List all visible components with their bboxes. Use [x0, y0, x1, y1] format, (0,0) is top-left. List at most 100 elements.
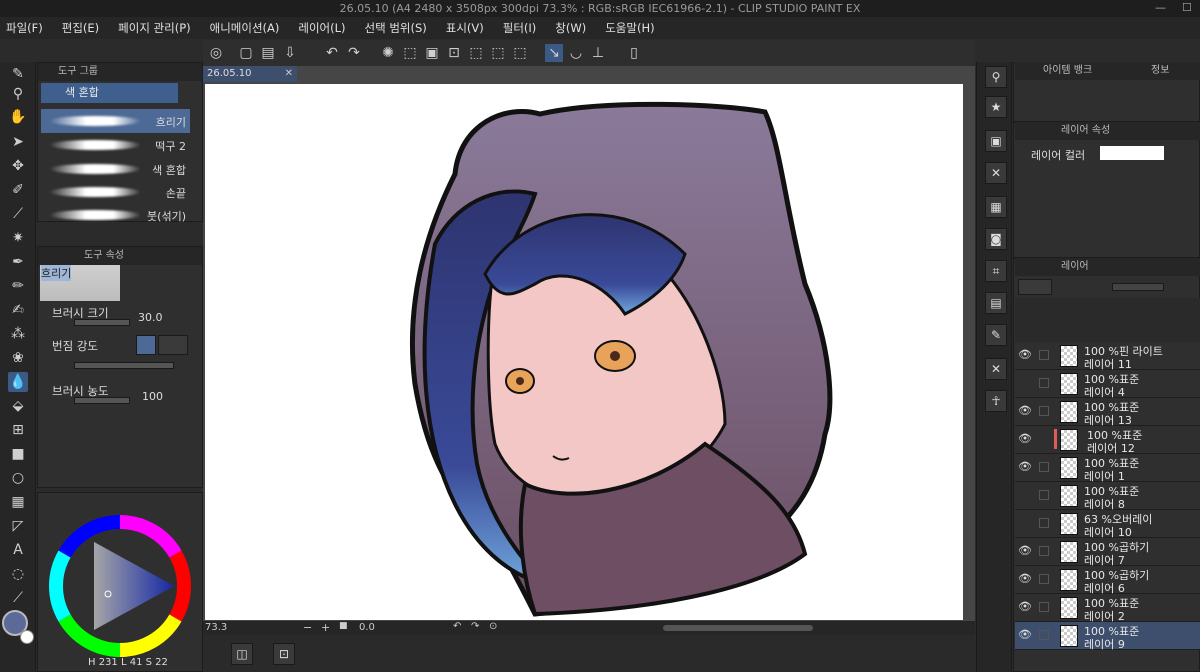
blend-mode-dropdown[interactable]: [158, 335, 188, 355]
material-remove-icon[interactable]: ✕: [985, 358, 1007, 380]
snap-special-ruler-icon[interactable]: ◡: [567, 44, 585, 62]
layer-tab[interactable]: 레이어: [1061, 258, 1089, 276]
maximize-button[interactable]: ☐: [1182, 1, 1192, 14]
visibility-eye-icon[interactable]: 👁: [1018, 545, 1032, 557]
zoom-value[interactable]: 73.3: [205, 622, 227, 633]
angle-value[interactable]: 0.0: [359, 622, 375, 633]
info-tab[interactable]: 정보: [1151, 62, 1169, 80]
brush-size-value[interactable]: 30.0: [138, 311, 163, 324]
eyedropper-tool-icon[interactable]: ⟋: [8, 204, 28, 224]
correction-tool-icon[interactable]: ⟋: [8, 588, 28, 608]
layer-checkbox[interactable]: [1039, 490, 1049, 500]
brush-density-slider[interactable]: [74, 397, 130, 404]
tool-property-tab[interactable]: 도구 속성: [38, 247, 202, 265]
blend-tool-icon[interactable]: 💧: [8, 372, 28, 392]
hand-tool-icon[interactable]: ✋: [8, 107, 28, 127]
layer-checkbox[interactable]: [1039, 350, 1049, 360]
layer-checkbox[interactable]: [1039, 378, 1049, 388]
brush-item[interactable]: 붓(섞기): [41, 203, 190, 227]
undo-icon[interactable]: ↶: [323, 44, 341, 62]
menu-layer[interactable]: 레이어(L): [298, 20, 345, 36]
frame-tool-icon[interactable]: ▦: [8, 492, 28, 512]
visibility-eye-icon[interactable]: 👁: [1018, 629, 1032, 641]
save-icon[interactable]: ⇩: [281, 44, 299, 62]
layer-row[interactable]: 👁 100 %곱하기 레이어 7: [1015, 538, 1200, 567]
text-tool-icon[interactable]: A: [8, 540, 28, 560]
menu-filter[interactable]: 필터(I): [503, 20, 537, 36]
layer-row[interactable]: 👁 100 %표준 레이어 12: [1015, 426, 1200, 455]
brush-density-value[interactable]: 100: [142, 390, 163, 403]
snap-grid-icon[interactable]: ⊥: [589, 44, 607, 62]
layer-checkbox[interactable]: [1039, 574, 1049, 584]
decoration-tool-icon[interactable]: ❀: [8, 348, 28, 368]
search-icon[interactable]: ⚲: [985, 66, 1007, 88]
visibility-eye-icon[interactable]: 👁: [1018, 433, 1032, 445]
show-selection-icon[interactable]: ⬚: [511, 44, 529, 62]
layer-checkbox[interactable]: [1039, 546, 1049, 556]
visibility-eye-icon[interactable]: 👁: [1018, 573, 1032, 585]
layer-row[interactable]: 👁 100 %표준 레이어 2: [1015, 594, 1200, 623]
deselect-icon[interactable]: ⬚: [467, 44, 485, 62]
pen-tool-icon[interactable]: ✒: [8, 252, 28, 272]
spray-tool-icon[interactable]: ⁂: [8, 324, 28, 344]
balloon-tool-icon[interactable]: ◌: [8, 564, 28, 584]
visibility-eye-icon[interactable]: 👁: [1018, 405, 1032, 417]
blend-strength-slider[interactable]: [74, 362, 174, 369]
close-tab-icon[interactable]: ✕: [285, 66, 293, 82]
material-folder-icon[interactable]: ▣: [985, 130, 1007, 152]
visibility-eye-icon[interactable]: 👁: [1018, 461, 1032, 473]
document-tab[interactable]: 26.05.10 ✕: [203, 66, 297, 82]
gradient-tool-icon[interactable]: ■: [8, 444, 28, 464]
layer-checkbox[interactable]: [1039, 406, 1049, 416]
material-icon[interactable]: ★: [985, 96, 1007, 118]
settings-icon[interactable]: ⊡: [273, 643, 295, 665]
menu-edit[interactable]: 편집(E): [62, 20, 99, 36]
visibility-eye-icon[interactable]: 👁: [1018, 349, 1032, 361]
visibility-eye-icon[interactable]: [1018, 489, 1032, 501]
canvas-paper[interactable]: [205, 84, 963, 620]
layer-checkbox[interactable]: [1039, 630, 1049, 640]
object-tool-icon[interactable]: ➤: [8, 132, 28, 152]
material-edit-icon[interactable]: ✎: [985, 324, 1007, 346]
color-wheel[interactable]: [48, 514, 192, 658]
visibility-eye-icon[interactable]: [1018, 377, 1032, 389]
clear-icon[interactable]: ✺: [379, 44, 397, 62]
menu-view[interactable]: 표시(V): [446, 20, 484, 36]
layer-checkbox[interactable]: [1039, 518, 1049, 528]
brush-tool-icon[interactable]: ✎: [8, 64, 28, 84]
redo-icon[interactable]: ↷: [345, 44, 363, 62]
zoom-tool-icon[interactable]: ⚲: [8, 84, 28, 104]
fill-icon[interactable]: ▣: [423, 44, 441, 62]
clip-studio-icon[interactable]: ◎: [207, 44, 225, 62]
layer-row[interactable]: 100 %표준 레이어 4: [1015, 370, 1200, 399]
minimize-button[interactable]: —: [1155, 1, 1166, 14]
opacity-slider[interactable]: [1112, 283, 1164, 291]
layer-row[interactable]: 👁 100 %표준 레이어 13: [1015, 398, 1200, 427]
horizontal-scrollbar[interactable]: [663, 625, 813, 631]
blend-mode-select[interactable]: [1018, 279, 1052, 295]
menu-help[interactable]: 도움말(H): [605, 20, 654, 36]
menu-animation[interactable]: 애니메이션(A): [210, 20, 280, 36]
ruler-tool-icon[interactable]: ◸: [8, 516, 28, 536]
rotate-left-icon[interactable]: ↶: [453, 621, 461, 632]
brush-item[interactable]: 색 혼합: [41, 157, 190, 181]
brush-item[interactable]: 떡구 2: [41, 133, 190, 157]
clear-outside-icon[interactable]: ⬚: [401, 44, 419, 62]
auto-select-tool-icon[interactable]: ✷: [8, 228, 28, 248]
new-file-icon[interactable]: ▢: [237, 44, 255, 62]
blend-mode-button[interactable]: [136, 335, 156, 355]
reset-rotation-icon[interactable]: ⊙: [489, 621, 497, 632]
visibility-eye-icon[interactable]: [1018, 517, 1032, 529]
layer-property-tab[interactable]: 레이어 속성: [1061, 122, 1110, 140]
open-file-icon[interactable]: ▤: [259, 44, 277, 62]
layer-row[interactable]: 👁 100 %표준 레이어 9: [1015, 622, 1200, 651]
invert-selection-icon[interactable]: ⬚: [489, 44, 507, 62]
sub-color-swatch[interactable]: [20, 630, 34, 644]
layer-checkbox[interactable]: [1039, 602, 1049, 612]
menu-window[interactable]: 창(W): [555, 20, 586, 36]
layer-row[interactable]: 100 %표준 레이어 8: [1015, 482, 1200, 511]
menu-page[interactable]: 페이지 관리(P): [118, 20, 190, 36]
fit-icon[interactable]: ■: [339, 621, 348, 631]
brush-item[interactable]: 흐리기: [41, 109, 190, 133]
move-tool-icon[interactable]: ✥: [8, 156, 28, 176]
